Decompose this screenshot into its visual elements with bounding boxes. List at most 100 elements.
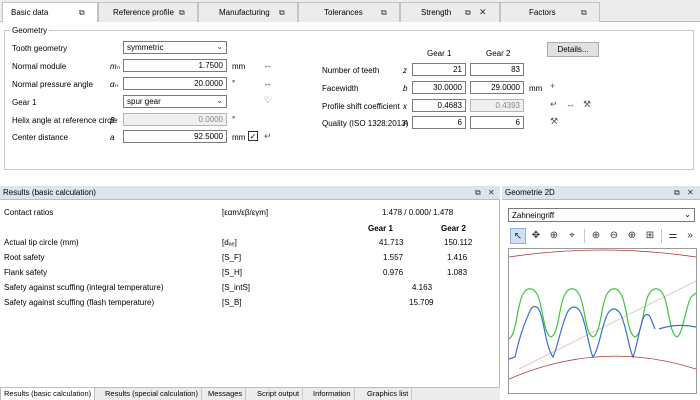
bottom-tab-information[interactable]: Information [310, 388, 355, 400]
helix-angle-input[interactable]: 0.0000 [123, 113, 227, 126]
profile-shift-gear2-input[interactable]: 0.4393 [470, 99, 524, 112]
undock-icon[interactable]: ⧉ [674, 188, 680, 198]
pressure-angle-symbol: αₙ [110, 80, 118, 89]
facewidth-gear2-input[interactable]: 29.0000 [470, 81, 524, 94]
gear2-column-header: Gear 2 [486, 49, 511, 58]
plus-icon[interactable]: + [550, 81, 555, 91]
teeth-gear2-input[interactable]: 83 [470, 63, 524, 76]
g2d-view-select[interactable]: Zahneingriff ⌄ [508, 208, 695, 222]
return-arrow-icon[interactable]: ↵ [264, 131, 272, 142]
main-tabbar: Basic data ⧉ Reference profile ⧉ Manufac… [0, 0, 700, 23]
chevron-down-icon: ⌄ [216, 96, 223, 105]
teeth-gear1-input[interactable]: 21 [412, 63, 466, 76]
result-row-gear2: 1.416 [447, 253, 468, 262]
normal-module-unit: mm [232, 62, 246, 71]
g2d-drawing-area[interactable] [508, 248, 697, 394]
result-row-label: Actual tip circle (mm) [4, 238, 79, 247]
profile-shift-gear1-input[interactable]: 0.4683 [412, 99, 466, 112]
center-distance-input[interactable]: 92.5000 [123, 130, 227, 143]
bottom-tabbar: Results (basic calculation) Results (spe… [0, 387, 500, 400]
scuffing-flash-symbol: [S_B] [222, 298, 242, 307]
quality-symbol: A [403, 119, 409, 128]
result-row-label: Root safety [4, 253, 45, 262]
result-row-label: Flank safety [4, 268, 48, 277]
wrench-icon[interactable]: ⚒ [550, 116, 558, 127]
tab-manufacturing[interactable]: Manufacturing ⧉ [198, 2, 298, 22]
results-panel: Results (basic calculation) ⧉ ✕ Contact … [0, 186, 500, 400]
return-arrow-icon[interactable]: ↵ [550, 99, 558, 110]
tooth-geometry-label: Tooth geometry [12, 44, 68, 53]
helix-angle-label: Helix angle at reference circle [12, 116, 118, 125]
bottom-tab-script-output[interactable]: Script output [254, 388, 304, 400]
toolbar-separator [584, 229, 585, 243]
helix-angle-unit: ° [232, 115, 236, 124]
gear1-type-value: spur gear [127, 97, 161, 106]
quality-gear1-input[interactable]: 6 [412, 116, 466, 129]
bottom-tab-results-special[interactable]: Results (special calculation) [102, 388, 202, 400]
zoom-out-icon[interactable]: ⊖ [606, 228, 622, 244]
tab-factors[interactable]: Factors ⧉ [500, 2, 600, 22]
g2d-view-value: Zahneingriff [512, 211, 555, 220]
bottom-tab-graphics-list[interactable]: Graphics list [364, 388, 413, 400]
pan-icon[interactable]: ✥ [528, 228, 544, 244]
center-distance-symbol: a [110, 133, 115, 142]
tooth-geometry-value: symmetric [127, 43, 164, 52]
center-distance-checkbox[interactable]: ✓ [248, 131, 258, 141]
pointer-icon[interactable]: ↖ [510, 228, 526, 244]
tab-label: Basic data [11, 8, 49, 17]
normal-module-symbol: mₙ [110, 62, 120, 71]
zoom-in-icon[interactable]: ⊕ [588, 228, 604, 244]
bottom-tab-messages[interactable]: Messages [205, 388, 247, 400]
undock-icon[interactable]: ⧉ [179, 8, 185, 18]
undock-icon[interactable]: ⧉ [465, 8, 471, 18]
lightbulb-icon[interactable]: ♡ [264, 95, 272, 106]
gear1-profile-tail [658, 324, 697, 330]
facewidth-gear1-input[interactable]: 30.0000 [412, 81, 466, 94]
details-button[interactable]: Details... [547, 42, 599, 57]
result-row-gear2: 1.083 [447, 268, 468, 277]
facewidth-symbol: b [403, 84, 408, 93]
scuffing-integral-label: Safety against scuffing (integral temper… [4, 283, 164, 292]
close-icon[interactable]: ✕ [488, 188, 495, 197]
tab-reference-profile[interactable]: Reference profile ⧉ [98, 2, 198, 22]
tab-tolerances[interactable]: Tolerances ⧉ [298, 2, 400, 22]
measure-icon[interactable]: ⌖ [564, 228, 580, 244]
undock-icon[interactable]: ⧉ [475, 188, 481, 198]
zoom-fit-icon[interactable]: ⊕ [624, 228, 640, 244]
g2d-titlebar: Geometrie 2D ⧉ ✕ [502, 186, 700, 200]
result-row-gear2: 150.112 [444, 238, 473, 247]
teeth-symbol: z [403, 66, 407, 75]
results-titlebar: Results (basic calculation) ⧉ ✕ [0, 186, 500, 200]
pressure-angle-input[interactable]: 20.0000 [123, 77, 227, 90]
tooth-geometry-select[interactable]: symmetric ⌄ [123, 41, 227, 54]
settings-sliders-icon[interactable]: ⚌ [665, 228, 681, 244]
bottom-tab-results-basic[interactable]: Results (basic calculation) [0, 388, 96, 400]
tab-label: Strength [421, 8, 452, 17]
quality-gear2-input[interactable]: 6 [470, 116, 524, 129]
undock-icon[interactable]: ⧉ [279, 8, 285, 18]
gear1-column-header: Gear 1 [427, 49, 452, 58]
tab-strength[interactable]: Strength ⧉ ✕ [400, 2, 500, 22]
undock-icon[interactable]: ⧉ [581, 8, 587, 18]
toolbar-separator [661, 229, 662, 243]
undock-icon[interactable]: ⧉ [79, 8, 85, 18]
normal-module-label: Normal module [12, 62, 67, 71]
sizing-arrows-icon[interactable]: ↔ [566, 99, 575, 109]
normal-module-input[interactable]: 1.7500 [123, 59, 227, 72]
wrench-icon[interactable]: ⚒ [583, 99, 591, 110]
scuffing-integral-symbol: [S_intS] [222, 283, 251, 292]
gear1-type-select[interactable]: spur gear ⌄ [123, 95, 227, 108]
tab-label: Manufacturing [219, 8, 270, 17]
zoom-extents-icon[interactable]: ⊞ [642, 228, 658, 244]
sizing-arrows-icon[interactable]: ↔ [263, 78, 272, 88]
zoom-window-icon[interactable]: ⊕ [546, 228, 562, 244]
results-title: Results (basic calculation) [3, 188, 96, 197]
g2d-toolbar: ↖ ✥ ⊕ ⌖ ⊕ ⊖ ⊕ ⊞ ⚌ » [508, 226, 698, 246]
contact-ratios-value: 1.478 / 0.000/ 1.478 [382, 208, 454, 217]
close-icon[interactable]: ✕ [479, 7, 487, 18]
close-icon[interactable]: ✕ [687, 188, 694, 197]
more-icon[interactable]: » [682, 228, 698, 244]
undock-icon[interactable]: ⧉ [381, 8, 387, 18]
tab-basic-data[interactable]: Basic data ⧉ [2, 2, 98, 23]
sizing-arrows-icon[interactable]: ↔ [263, 60, 272, 70]
